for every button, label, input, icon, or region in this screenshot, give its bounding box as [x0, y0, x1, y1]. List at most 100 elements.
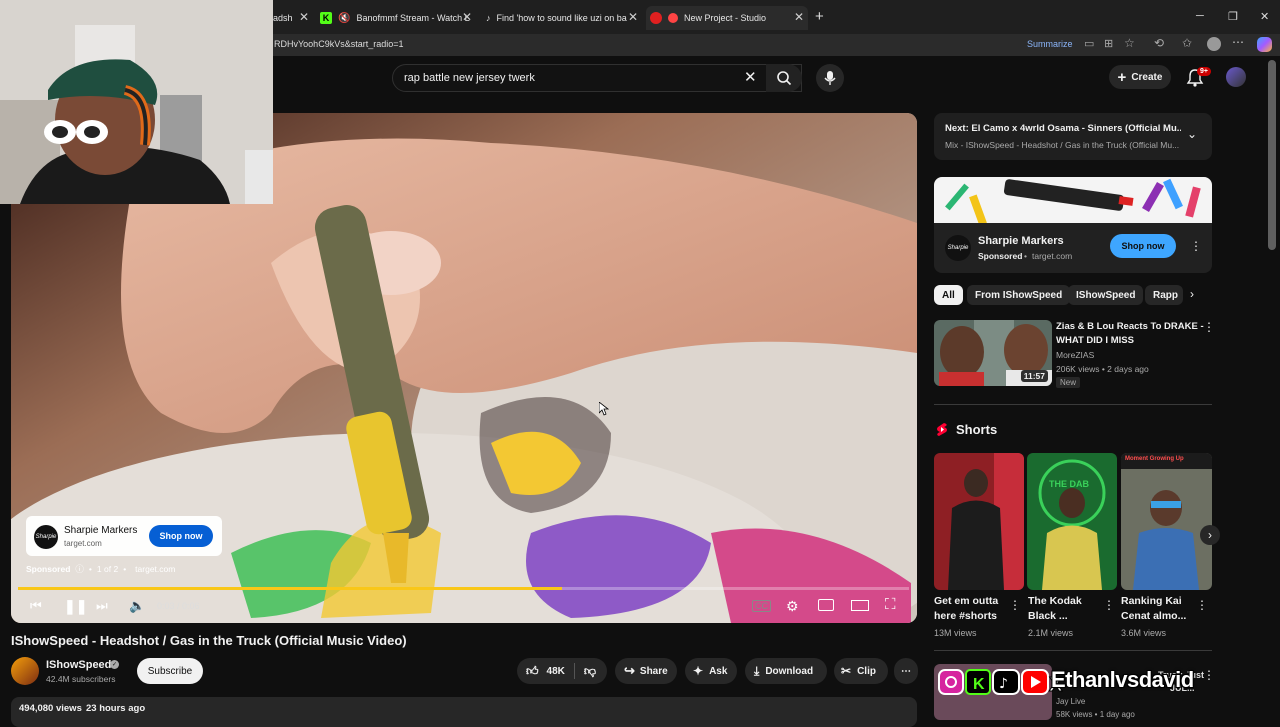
short-title[interactable]: Ranking Kai Cenat almo... [1121, 594, 1195, 624]
miniplayer-icon[interactable] [818, 599, 834, 611]
browser-tab-active[interactable]: New Project - Studio ✕ [646, 6, 808, 30]
description-box[interactable]: 494,080 views 23 hours ago [11, 697, 917, 727]
ad-info: Sponsored ⓘ • 1 of 2 • target.com [26, 563, 176, 575]
browser-tab[interactable]: adsh ✕ [273, 6, 313, 30]
favorites-icon[interactable]: ✩ [1182, 36, 1192, 50]
rec-thumbnail[interactable]: 11:57 [934, 320, 1052, 386]
volume-icon[interactable]: 🔈 [129, 598, 145, 614]
previous-icon[interactable]: ⏮ [30, 598, 42, 614]
reader-icon[interactable]: ▭ [1084, 37, 1094, 50]
ad-link[interactable]: target.com [135, 564, 175, 574]
time-display: 0:03 / 0:06 [157, 601, 200, 611]
more-actions-button[interactable]: ⋯ [894, 658, 918, 684]
captions-button[interactable]: CC [752, 600, 771, 612]
sparkle-icon: ✦ [693, 664, 704, 678]
scissors-icon: ✂ [841, 664, 852, 678]
short-thumbnail[interactable] [934, 453, 1024, 590]
next-icon[interactable]: ⏭ [96, 598, 108, 614]
settings-gear-icon[interactable]: ⚙ [786, 598, 799, 615]
sponsored-card[interactable]: Sharpie Sharpie Markers Sponsored • targ… [934, 177, 1212, 273]
close-icon[interactable]: ✕ [794, 10, 804, 24]
account-avatar[interactable] [1226, 67, 1246, 87]
tab-title: adsh [273, 13, 293, 23]
short-caption: THE DAB [1049, 479, 1089, 489]
new-tab-button[interactable]: + [815, 8, 824, 25]
close-icon[interactable]: ✕ [628, 10, 638, 24]
like-count[interactable]: 48K [547, 666, 565, 677]
kebab-menu-icon[interactable]: ⋮ [1196, 598, 1208, 612]
subscribe-button[interactable]: Subscribe [137, 658, 203, 684]
chip-all[interactable]: All [934, 285, 963, 305]
page-scrollbar[interactable] [1268, 60, 1276, 250]
thumbs-up-icon[interactable]: 👍︎ [526, 664, 539, 679]
ad-count: 1 of 2 [96, 564, 119, 574]
channel-name[interactable]: IShowSpeed [46, 659, 111, 671]
short-title[interactable]: Get em outta here #shorts [934, 594, 1008, 624]
more-menu-icon[interactable]: ⋯ [1232, 35, 1244, 49]
rec-meta: 58K views • 1 day ago [1056, 710, 1135, 719]
plus-icon: + [1117, 68, 1127, 86]
short-image [934, 453, 1024, 590]
thumbs-down-icon[interactable]: 👎︎ [584, 664, 596, 679]
chip-rapp[interactable]: Rapp [1145, 285, 1183, 305]
share-button[interactable]: ↪ Share [615, 658, 677, 684]
section-divider [934, 650, 1212, 651]
clear-search-icon[interactable]: ✕ [744, 68, 757, 86]
up-next-card[interactable]: Next: El Camo x 4wrld Osama - Sinners (O… [934, 113, 1212, 160]
svg-text:K: K [973, 676, 985, 693]
kebab-menu-icon[interactable]: ⋮ [1203, 320, 1215, 334]
short-title[interactable]: The Kodak Black ... [1028, 594, 1102, 624]
sponsor-shop-now-button[interactable]: Shop now [1110, 234, 1176, 258]
window-close-button[interactable]: ✕ [1260, 10, 1269, 23]
short-thumbnail[interactable]: THE DAB [1027, 453, 1117, 590]
shorts-next-button[interactable]: › [1200, 525, 1220, 545]
short-thumbnail[interactable]: Moment Growing Up [1121, 453, 1212, 590]
rec-channel[interactable]: MoreZIAS [1056, 350, 1094, 360]
section-divider [934, 404, 1212, 405]
chevron-right-icon[interactable]: › [1190, 287, 1194, 301]
copilot-icon[interactable] [1257, 37, 1272, 52]
search-button[interactable] [766, 64, 802, 92]
search-input[interactable]: rap battle new jersey twerk [392, 64, 802, 92]
browser-tab[interactable]: ♪ Find 'how to sound like uzi on ba ✕ [486, 6, 638, 30]
rec-title-line1[interactable]: Zias & B Lou Reacts To DRAKE - [1056, 320, 1204, 334]
profile-avatar[interactable] [1207, 37, 1221, 51]
chevron-down-icon[interactable]: ⌄ [1187, 127, 1197, 141]
summarize-button[interactable]: Summarize [1027, 39, 1073, 49]
chip-from-ishowspeed[interactable]: From IShowSpeed [967, 285, 1071, 305]
recording-icon [668, 13, 678, 23]
kebab-menu-icon[interactable]: ⋮ [1103, 598, 1115, 612]
create-button[interactable]: + Create [1109, 65, 1171, 89]
theater-mode-icon[interactable] [851, 600, 869, 611]
extensions-icon[interactable]: ⟲ [1154, 36, 1164, 50]
short-image [1121, 453, 1212, 590]
pause-icon[interactable]: ❚❚ [64, 598, 87, 615]
download-button[interactable]: ⤓ Download [745, 658, 827, 684]
favorite-star-icon[interactable]: ☆ [1124, 36, 1135, 50]
rec-title-line2[interactable]: WHAT DID I MISS [1056, 334, 1134, 348]
browser-tab[interactable]: K 🔇 Banofmmf Stream - Watch L ✕ [320, 6, 472, 30]
voice-search-button[interactable] [816, 64, 844, 92]
close-icon[interactable]: ✕ [299, 10, 309, 24]
next-subtitle: Mix - IShowSpeed - Headshot / Gas in the… [945, 140, 1180, 150]
speaker-muted-icon[interactable]: 🔇 [338, 13, 350, 24]
close-icon[interactable]: ✕ [462, 10, 472, 24]
fullscreen-icon[interactable]: ⛶ [885, 596, 896, 613]
ad-shop-now-button[interactable]: Shop now [149, 525, 213, 547]
sharpie-logo: Sharpie [34, 525, 58, 549]
minimize-button[interactable]: ─ [1196, 10, 1204, 22]
kebab-menu-icon[interactable]: ⋮ [1203, 668, 1215, 682]
kebab-menu-icon[interactable]: ⋮ [1190, 239, 1202, 253]
url-text[interactable]: RDHvYoohC9kVs&start_radio=1 [274, 39, 404, 49]
clip-button[interactable]: ✂ Clip [834, 658, 888, 684]
kebab-menu-icon[interactable]: ⋮ [1009, 598, 1021, 612]
maximize-button[interactable]: ❐ [1228, 10, 1238, 23]
progress-bar[interactable] [18, 587, 909, 590]
chip-ishowspeed[interactable]: IShowSpeed [1068, 285, 1144, 305]
add-to-list-icon[interactable]: ⊞ [1104, 37, 1113, 50]
search-query[interactable]: rap battle new jersey twerk [404, 72, 535, 84]
info-icon[interactable]: ⓘ [75, 563, 84, 575]
ask-button[interactable]: ✦ Ask [685, 658, 737, 684]
channel-avatar[interactable] [11, 657, 39, 685]
sponsor-name: Sharpie Markers [978, 235, 1064, 247]
